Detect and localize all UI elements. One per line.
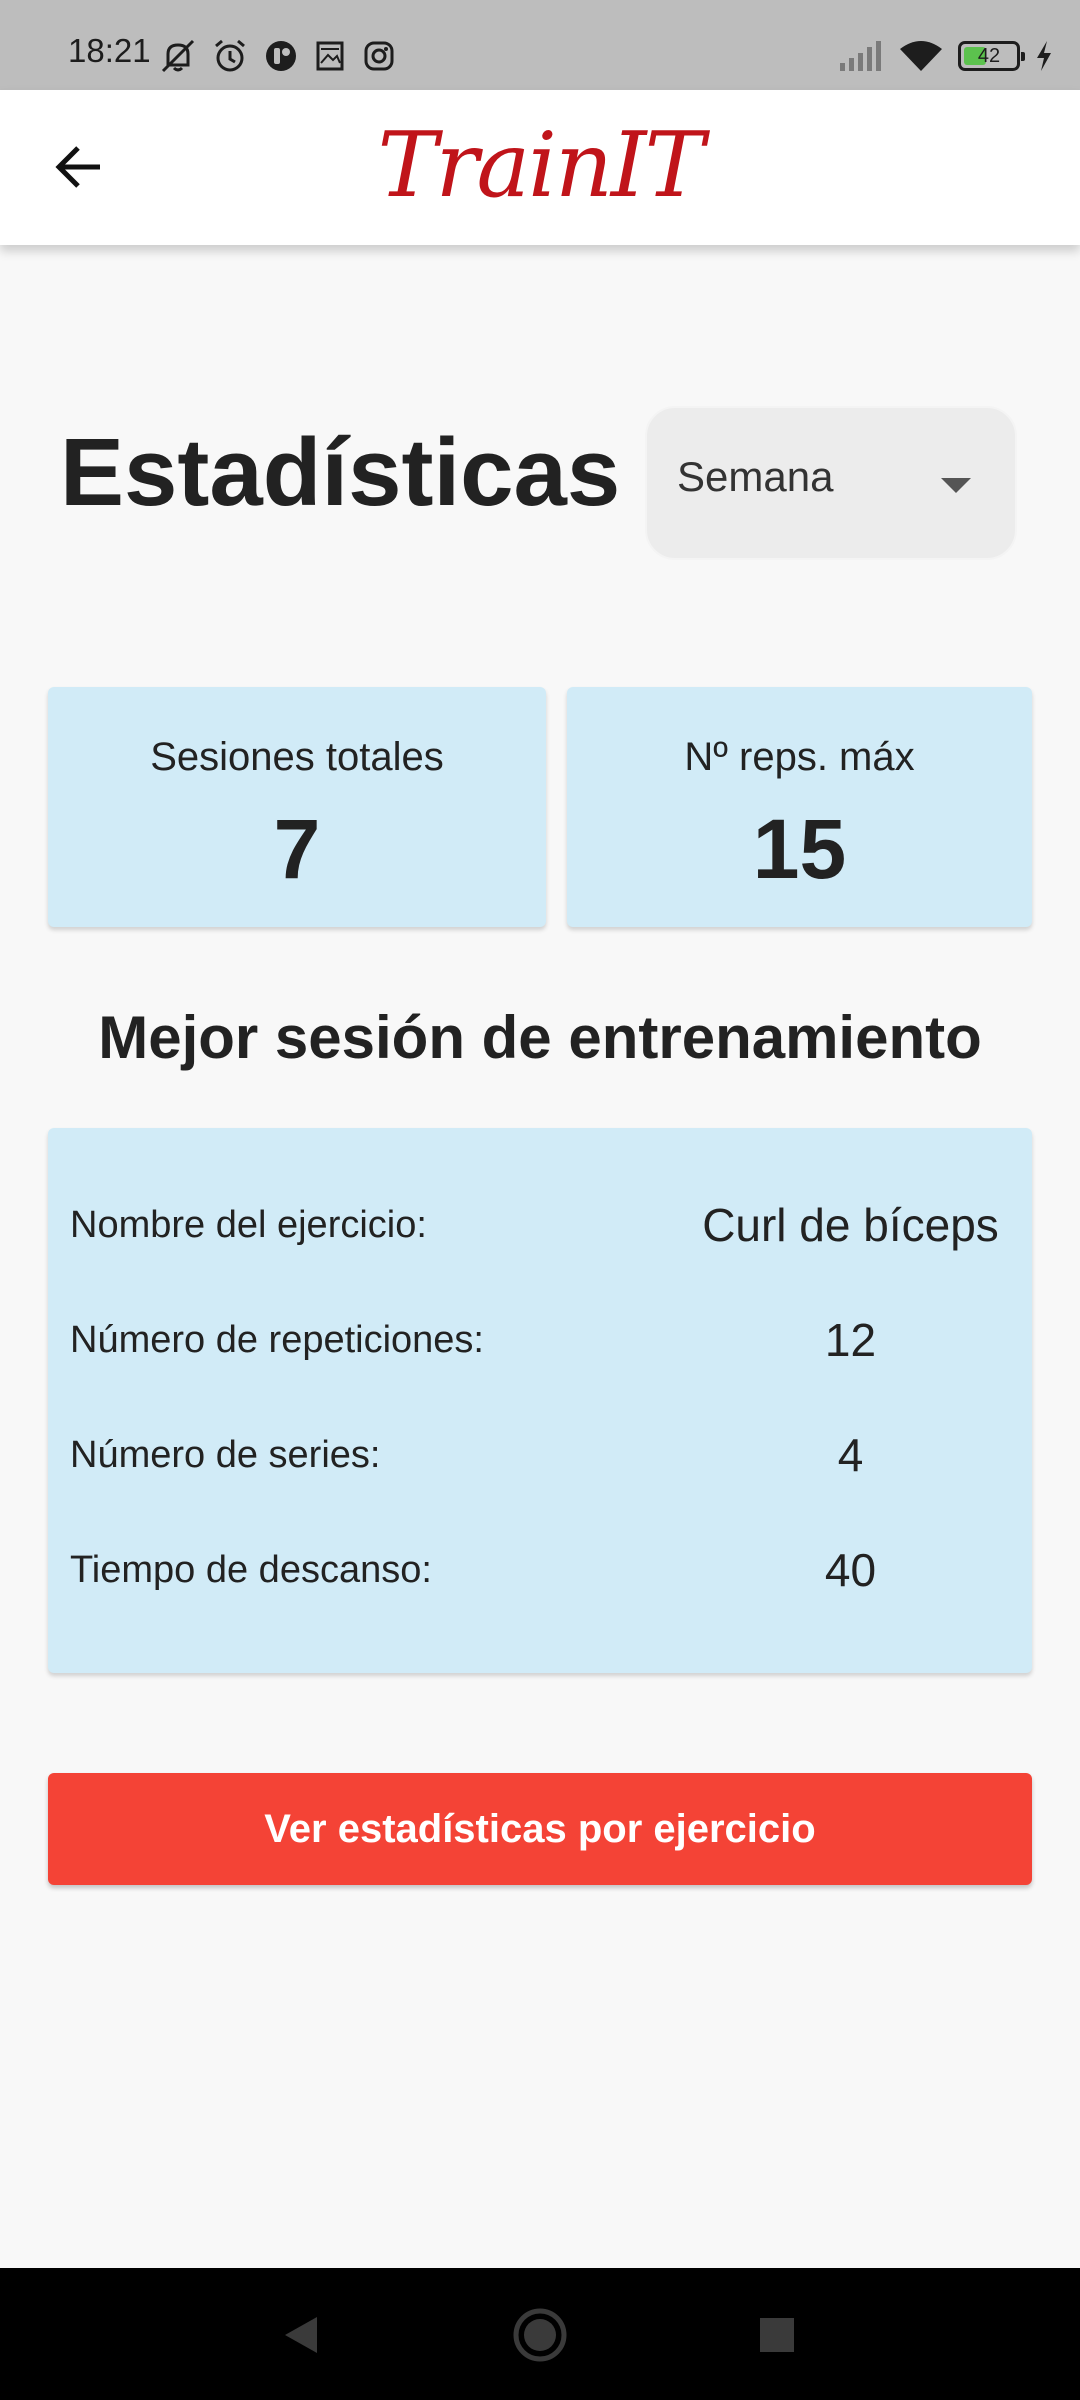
period-selected-value: Semana (677, 453, 834, 500)
app-bar: TrainIT (0, 90, 1080, 245)
app-notification-icon (262, 37, 300, 75)
total-sessions-label: Sesiones totales (150, 735, 444, 779)
period-dropdown[interactable]: Semana (645, 406, 1017, 560)
gallery-notification-icon (312, 37, 348, 75)
max-reps-card: Nº reps. máx 15 (567, 687, 1032, 927)
dropdown-arrow-icon (941, 478, 971, 493)
status-notification-icons (158, 36, 398, 76)
signal-icon (838, 39, 884, 73)
rest-time-row: Tiempo de descanso: 40 (48, 1543, 1032, 1603)
repetitions-value: 12 (824, 1314, 877, 1366)
rest-time-label: Tiempo de descanso: (70, 1549, 432, 1591)
total-sessions-value: 7 (273, 802, 321, 896)
total-sessions-card: Sesiones totales 7 (48, 687, 546, 927)
max-reps-value: 15 (752, 802, 847, 896)
best-session-title: Mejor sesión de entrenamiento (98, 1004, 982, 1071)
battery-icon: 42 (958, 41, 1025, 71)
charging-icon (1034, 39, 1054, 73)
repetitions-label: Número de repeticiones: (70, 1319, 484, 1361)
series-row: Número de series: 4 (48, 1428, 1032, 1488)
exercise-name-value: Curl de bíceps (702, 1199, 999, 1251)
recents-square-icon (760, 2318, 794, 2352)
exercise-name-row: Nombre del ejercicio: Curl de bíceps (48, 1198, 1032, 1258)
instagram-icon (360, 37, 398, 75)
page-title: Estadísticas (60, 419, 621, 526)
alarm-icon (210, 37, 250, 75)
status-system-icons: 42 (838, 36, 1054, 76)
exercise-stats-button[interactable]: Ver estadísticas por ejercicio (48, 1773, 1032, 1885)
series-label: Número de series: (70, 1434, 381, 1476)
home-circle-icon (513, 2308, 567, 2362)
battery-level: 42 (977, 45, 1001, 67)
repetitions-row: Número de repeticiones: 12 (48, 1313, 1032, 1373)
muted-bell-icon (158, 37, 198, 75)
nav-recents-button[interactable] (732, 2290, 822, 2380)
system-nav-bar (0, 2268, 1080, 2400)
status-time: 18:21 (68, 32, 151, 69)
exercise-name-label: Nombre del ejercicio: (70, 1204, 427, 1246)
max-reps-label: Nº reps. máx (684, 735, 915, 779)
back-triangle-icon (285, 2317, 317, 2353)
status-bar: 18:21 42 (0, 0, 1080, 90)
series-value: 4 (837, 1429, 864, 1481)
best-session-card: Nombre del ejercicio: Curl de bíceps Núm… (48, 1128, 1032, 1673)
nav-back-button[interactable] (256, 2290, 346, 2380)
wifi-icon (898, 39, 944, 73)
nav-home-button[interactable] (495, 2290, 585, 2380)
app-logo: TrainIT (377, 113, 704, 218)
rest-time-value: 40 (824, 1544, 877, 1596)
